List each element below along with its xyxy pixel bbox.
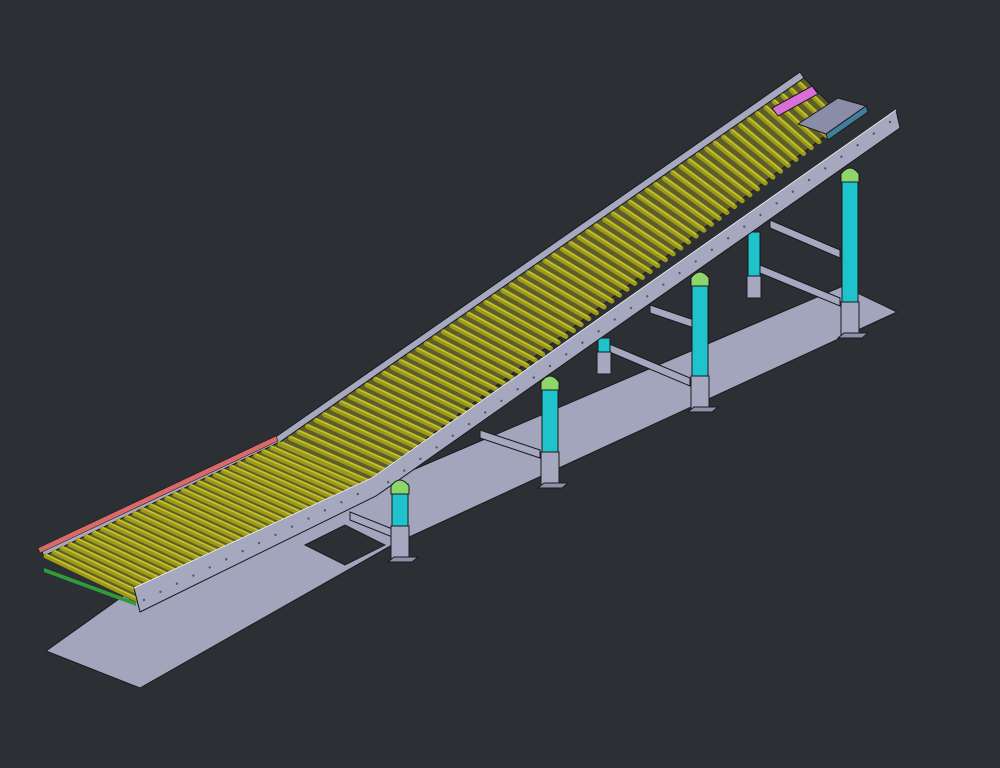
mounting-hole xyxy=(581,341,584,344)
leg-post xyxy=(747,231,761,277)
leg-post xyxy=(691,275,709,377)
leg-post xyxy=(841,171,859,303)
base-plate xyxy=(536,482,570,489)
mounting-hole xyxy=(403,469,406,472)
mounting-hole xyxy=(662,283,665,286)
mounting-hole xyxy=(208,566,211,569)
leg-foot-sleeve xyxy=(746,275,762,299)
mounting-hole xyxy=(856,144,859,147)
mounting-hole xyxy=(451,434,455,437)
mounting-hole xyxy=(257,541,261,545)
base-plate xyxy=(386,556,420,563)
mounting-hole xyxy=(564,353,568,356)
rear-leg xyxy=(746,231,762,299)
base-plate xyxy=(836,332,870,339)
base-plate xyxy=(686,406,720,413)
mounting-hole xyxy=(743,225,746,228)
leg-post xyxy=(541,379,559,453)
mounting-hole xyxy=(872,132,876,135)
rear-leg xyxy=(596,337,612,375)
mounting-hole xyxy=(629,306,633,310)
mounting-hole xyxy=(500,399,503,403)
leg-post xyxy=(597,337,611,353)
mounting-hole xyxy=(192,574,195,577)
mounting-hole xyxy=(613,318,616,321)
mounting-hole xyxy=(435,446,438,449)
mounting-hole xyxy=(678,271,681,275)
leg-foot-sleeve xyxy=(596,351,612,375)
mounting-hole xyxy=(386,480,390,484)
mounting-hole xyxy=(726,236,730,240)
mounting-hole xyxy=(597,329,600,333)
mounting-hole xyxy=(824,167,827,170)
mounting-hole xyxy=(516,388,519,391)
mounting-hole xyxy=(888,120,892,124)
mounting-hole xyxy=(356,492,359,496)
mounting-hole xyxy=(290,525,294,528)
mounting-hole xyxy=(340,501,343,504)
mounting-hole xyxy=(694,260,697,263)
mounting-hole xyxy=(759,213,762,217)
mounting-hole xyxy=(175,582,179,585)
mounting-hole xyxy=(467,422,471,426)
mounting-hole xyxy=(484,411,487,414)
mounting-hole xyxy=(159,590,162,594)
conveyor-3d-model xyxy=(0,0,1000,768)
mounting-hole xyxy=(710,248,714,252)
mounting-hole xyxy=(775,202,778,205)
mounting-hole xyxy=(323,509,327,512)
mounting-hole xyxy=(241,549,244,553)
mounting-hole xyxy=(142,598,146,602)
mounting-hole xyxy=(419,457,422,461)
mounting-hole xyxy=(645,295,649,298)
mounting-hole xyxy=(840,155,843,159)
mounting-hole xyxy=(791,190,795,193)
mounting-hole xyxy=(307,517,310,520)
cad-viewport[interactable] xyxy=(0,0,1000,768)
mounting-hole xyxy=(532,376,536,379)
mounting-hole xyxy=(225,558,228,561)
mounting-hole xyxy=(548,364,552,368)
mounting-hole xyxy=(807,178,811,182)
mounting-hole xyxy=(274,533,277,537)
